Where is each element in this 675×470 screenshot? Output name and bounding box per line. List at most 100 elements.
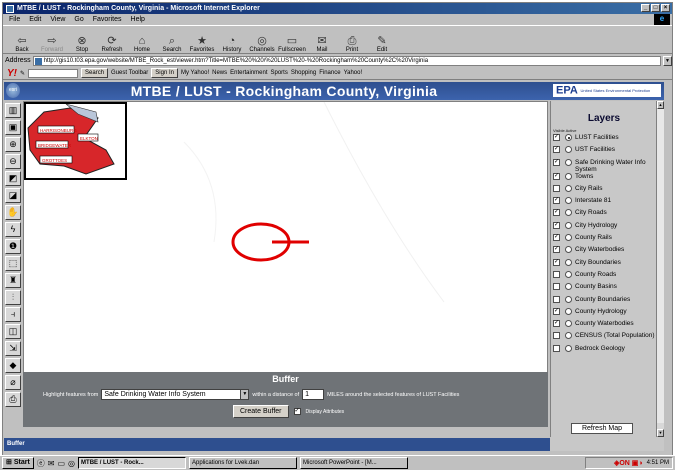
layer-visible-checkbox[interactable]: ✓: [553, 134, 560, 141]
buffer-layer-select[interactable]: Safe Drinking Water Info System ▼: [101, 389, 250, 400]
scroll-thumb[interactable]: [657, 109, 664, 423]
layer-active-radio[interactable]: [565, 234, 572, 242]
toolbar-refresh-button[interactable]: ⟳ Refresh: [97, 26, 127, 54]
select-by-line-icon[interactable]: ⫞: [5, 307, 21, 322]
layer-active-radio[interactable]: [565, 258, 572, 266]
yahoo-logo[interactable]: Y!: [7, 68, 17, 79]
layer-visible-checkbox[interactable]: ✓: [553, 197, 560, 205]
toolbar-channels-button[interactable]: ◎ Channels: [247, 26, 277, 54]
buffer-icon[interactable]: ◆: [5, 358, 21, 373]
toolbar-mail-button[interactable]: ✉ Mail: [307, 26, 337, 54]
maximize-button[interactable]: □: [651, 4, 660, 12]
layer-active-radio[interactable]: [565, 270, 572, 278]
clear-selection-icon[interactable]: ⌀: [5, 375, 21, 390]
layer-visible-checkbox[interactable]: [553, 344, 560, 352]
minimize-button[interactable]: _: [641, 4, 650, 12]
yahoo-entertainment[interactable]: Entertainment: [230, 70, 267, 76]
scroll-up-icon[interactable]: ▲: [657, 101, 664, 109]
yahoo-my-yahoo[interactable]: My Yahoo!: [181, 70, 209, 76]
yahoo-pencil-icon[interactable]: ✎: [20, 70, 25, 77]
layer-visible-checkbox[interactable]: ✓: [553, 158, 560, 166]
identify-icon[interactable]: ❶: [5, 239, 21, 254]
display-attributes-checkbox[interactable]: ✓: [293, 408, 301, 415]
close-button[interactable]: ×: [661, 4, 670, 12]
toolbar-forward-button[interactable]: ⇨ Forward: [37, 26, 67, 54]
toolbar-edit-button[interactable]: ✎ Edit: [367, 26, 397, 54]
layer-active-radio[interactable]: [565, 221, 572, 229]
layer-visible-checkbox[interactable]: [553, 283, 560, 291]
toolbar-fullscreen-button[interactable]: ▭ Fullscreen: [277, 26, 307, 54]
quicklaunch-channels-icon[interactable]: ◎: [68, 459, 75, 468]
create-buffer-button[interactable]: Create Buffer: [233, 405, 289, 418]
address-input[interactable]: http://gis10.t03.epa.gov/website/MTBE_Ro…: [32, 55, 661, 66]
layer-visible-checkbox[interactable]: ✓: [553, 172, 560, 180]
task-mtbe-lust[interactable]: MTBE / LUST - Rock...: [78, 457, 187, 469]
layer-active-radio[interactable]: [565, 295, 572, 303]
layer-active-radio[interactable]: [565, 283, 572, 291]
yahoo-news[interactable]: News: [212, 70, 227, 76]
select-by-rectangle-icon[interactable]: ⬚: [5, 256, 21, 271]
menu-view[interactable]: View: [50, 16, 65, 23]
set-units-icon[interactable]: ◫: [5, 324, 21, 339]
layer-active-radio[interactable]: [565, 172, 572, 180]
toolbar-search-button[interactable]: ⌕ Search: [157, 26, 187, 54]
epa-logo[interactable]: EPA United States Environmental Protecti…: [553, 84, 661, 106]
yahoo-home[interactable]: Yahoo!: [344, 70, 363, 76]
layer-visible-checkbox[interactable]: [553, 184, 560, 192]
quicklaunch-desktop-icon[interactable]: ▭: [57, 459, 65, 468]
yahoo-finance[interactable]: Finance: [319, 70, 340, 76]
layer-active-radio[interactable]: [565, 332, 572, 340]
layer-visible-checkbox[interactable]: ✓: [553, 234, 560, 242]
zoom-in-icon[interactable]: ⊕: [5, 137, 21, 152]
map-view[interactable]: HARRISONBURG BRIDGEWATER ELKTON GROTTOES: [23, 101, 548, 373]
layer-active-radio[interactable]: [565, 307, 572, 315]
yahoo-search-button[interactable]: Search: [81, 68, 109, 78]
layer-visible-checkbox[interactable]: ✓: [553, 307, 560, 315]
menu-go[interactable]: Go: [74, 16, 83, 23]
menu-file[interactable]: File: [9, 16, 20, 23]
quicklaunch-outlook-icon[interactable]: ✉: [48, 459, 55, 468]
layer-active-radio[interactable]: [565, 158, 572, 166]
layer-visible-checkbox[interactable]: [553, 270, 560, 278]
toolbar-favorites-button[interactable]: ★ Favorites: [187, 26, 217, 54]
title-bar[interactable]: MTBE / LUST - Rockingham County, Virgini…: [3, 3, 672, 14]
menu-favorites[interactable]: Favorites: [93, 16, 122, 23]
layer-visible-checkbox[interactable]: [553, 332, 560, 340]
toolbar-home-button[interactable]: ⌂ Home: [127, 26, 157, 54]
query-icon[interactable]: ⇲: [5, 341, 21, 356]
layer-visible-checkbox[interactable]: ✓: [553, 209, 560, 217]
print-map-icon[interactable]: ⎙: [5, 392, 21, 407]
find-icon[interactable]: ♜: [5, 273, 21, 288]
hyperlink-icon[interactable]: ϟ: [5, 222, 21, 237]
toggle-legend-icon[interactable]: ▥: [5, 103, 21, 118]
menu-help[interactable]: Help: [131, 16, 145, 23]
yahoo-sign-in-button[interactable]: Sign In: [151, 68, 178, 78]
layers-scrollbar[interactable]: ▲ ▼: [656, 101, 664, 437]
address-dropdown-button[interactable]: ▼: [663, 55, 672, 66]
refresh-map-button[interactable]: Refresh Map: [571, 423, 633, 434]
toolbar-history-button[interactable]: ◔ History: [217, 26, 247, 54]
layer-visible-checkbox[interactable]: ✓: [553, 146, 560, 154]
zoom-out-icon[interactable]: ⊖: [5, 154, 21, 169]
layer-visible-checkbox[interactable]: ✓: [553, 320, 560, 328]
pan-icon[interactable]: ✋: [5, 205, 21, 220]
start-button[interactable]: ⊞ Start: [2, 457, 34, 469]
tray-icons[interactable]: ◈ON ▣◑: [614, 459, 643, 467]
yahoo-sports[interactable]: Sports: [271, 70, 288, 76]
buffer-distance-input[interactable]: 1: [302, 389, 325, 400]
layer-visible-checkbox[interactable]: ✓: [553, 246, 560, 254]
layer-active-radio[interactable]: [565, 209, 572, 217]
task-applications[interactable]: Applications for Lvek.dan: [189, 457, 298, 469]
toolbar-stop-button[interactable]: ⊗ Stop: [67, 26, 97, 54]
full-extent-icon[interactable]: ◩: [5, 171, 21, 186]
yahoo-guest-toolbar[interactable]: Guest Toolbar: [111, 70, 148, 76]
overview-map[interactable]: HARRISONBURG BRIDGEWATER ELKTON GROTTOES: [24, 102, 127, 180]
layer-active-radio[interactable]: [565, 246, 572, 254]
layer-active-radio[interactable]: [565, 146, 572, 154]
toggle-overview-icon[interactable]: ▣: [5, 120, 21, 135]
toolbar-print-button[interactable]: ⎙ Print: [337, 26, 367, 54]
yahoo-search-input[interactable]: [28, 68, 79, 78]
yahoo-shopping[interactable]: Shopping: [291, 70, 316, 76]
task-powerpoint[interactable]: Microsoft PowerPoint - [M...: [300, 457, 409, 469]
scroll-down-icon[interactable]: ▼: [657, 429, 664, 437]
